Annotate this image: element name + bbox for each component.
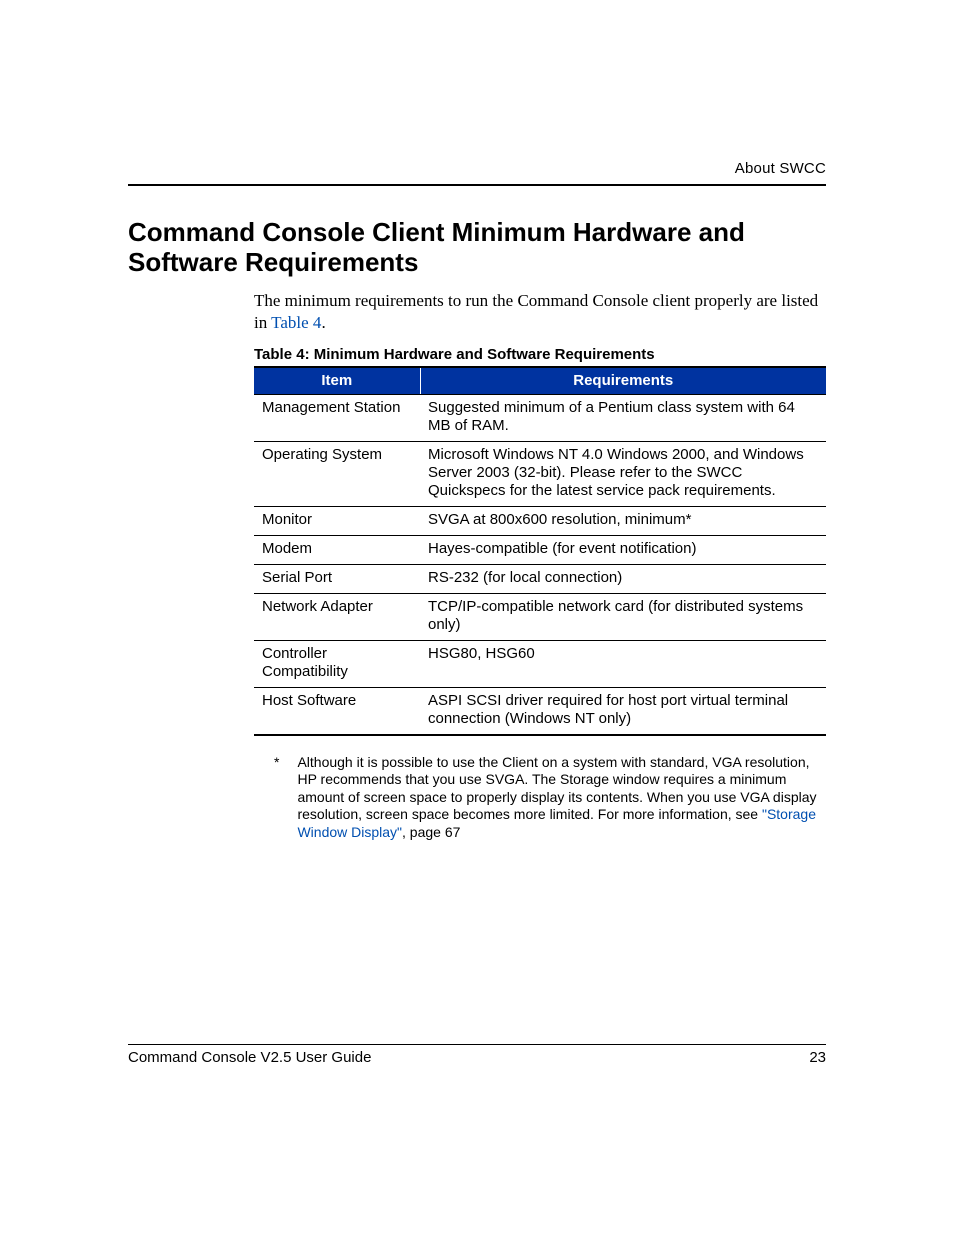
table-row: Serial PortRS-232 (for local connection) (254, 564, 826, 593)
page-title: Command Console Client Minimum Hardware … (128, 218, 826, 278)
cell-requirements: ASPI SCSI driver required for host port … (420, 687, 826, 735)
requirements-table: Item Requirements Management StationSugg… (254, 366, 826, 736)
cell-item: Monitor (254, 506, 420, 535)
cell-item: Host Software (254, 687, 420, 735)
table-row: Operating SystemMicrosoft Windows NT 4.0… (254, 441, 826, 506)
table-row: ModemHayes-compatible (for event notific… (254, 535, 826, 564)
intro-paragraph: The minimum requirements to run the Comm… (254, 290, 826, 334)
intro-text-post: . (321, 313, 325, 332)
cell-requirements: Suggested minimum of a Pentium class sys… (420, 394, 826, 441)
footnote-text-post: , page 67 (402, 824, 460, 840)
cell-requirements: SVGA at 800x600 resolution, minimum* (420, 506, 826, 535)
cell-requirements: RS-232 (for local connection) (420, 564, 826, 593)
cell-item: Controller Compatibility (254, 640, 420, 687)
cell-item: Network Adapter (254, 593, 420, 640)
intro-text-pre: The minimum requirements to run the Comm… (254, 291, 818, 332)
cell-requirements: Hayes-compatible (for event notification… (420, 535, 826, 564)
table-row: Management StationSuggested minimum of a… (254, 394, 826, 441)
table-row: Host SoftwareASPI SCSI driver required f… (254, 687, 826, 735)
cell-item: Serial Port (254, 564, 420, 593)
running-header: About SWCC (128, 160, 826, 186)
table-row: MonitorSVGA at 800x600 resolution, minim… (254, 506, 826, 535)
page-footer: Command Console V2.5 User Guide 23 (128, 1044, 826, 1067)
column-header-item: Item (254, 367, 420, 395)
footer-doc-title: Command Console V2.5 User Guide (128, 1049, 371, 1067)
column-header-requirements: Requirements (420, 367, 826, 395)
cell-item: Operating System (254, 441, 420, 506)
cell-requirements: Microsoft Windows NT 4.0 Windows 2000, a… (420, 441, 826, 506)
cell-requirements: HSG80, HSG60 (420, 640, 826, 687)
table-row: Controller CompatibilityHSG80, HSG60 (254, 640, 826, 687)
footnote-body: Although it is possible to use the Clien… (297, 754, 822, 842)
footnote-mark: * (274, 754, 279, 842)
footnote-text-pre: Although it is possible to use the Clien… (297, 754, 816, 823)
table-caption: Table 4: Minimum Hardware and Software R… (254, 346, 826, 364)
table-row: Network AdapterTCP/IP-compatible network… (254, 593, 826, 640)
cell-item: Management Station (254, 394, 420, 441)
table-reference-link[interactable]: Table 4 (271, 313, 321, 332)
cell-item: Modem (254, 535, 420, 564)
cell-requirements: TCP/IP-compatible network card (for dist… (420, 593, 826, 640)
footer-page-number: 23 (809, 1049, 826, 1067)
footnote: * Although it is possible to use the Cli… (254, 754, 826, 842)
running-header-text: About SWCC (735, 160, 826, 177)
